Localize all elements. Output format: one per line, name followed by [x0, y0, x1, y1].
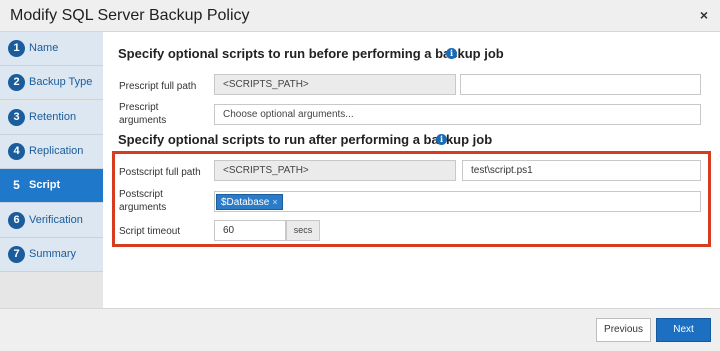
next-button[interactable]: Next	[656, 318, 711, 342]
postscript-args-label: Postscript arguments	[119, 189, 167, 213]
step-number: 6	[8, 212, 25, 229]
step-backup-type[interactable]: 2 Backup Type	[0, 66, 103, 100]
step-label: Backup Type	[29, 76, 93, 88]
step-name[interactable]: 1 Name	[0, 32, 103, 66]
prescript-path-prefix: <SCRIPTS_PATH>	[214, 74, 456, 95]
postscript-args-input[interactable]	[214, 191, 701, 212]
step-number: 2	[8, 74, 25, 91]
step-label: Replication	[29, 145, 84, 157]
step-retention[interactable]: 3 Retention	[0, 101, 103, 135]
step-verification[interactable]: 6 Verification	[0, 204, 103, 238]
step-label: Summary	[29, 248, 77, 260]
dialog-title: Modify SQL Server Backup Policy	[10, 7, 250, 24]
step-label: Name	[29, 42, 59, 54]
step-summary[interactable]: 7 Summary	[0, 238, 103, 272]
step-number: 4	[8, 143, 25, 160]
wizard-sidebar: 1 Name 2 Backup Type 3 Retention 4 Repli…	[0, 32, 103, 308]
remove-tag-icon[interactable]: ×	[272, 197, 277, 207]
timeout-label: Script timeout	[119, 226, 181, 237]
argument-tag: $Database ×	[216, 194, 283, 210]
prescript-path-input[interactable]	[460, 74, 701, 95]
postscript-path-prefix: <SCRIPTS_PATH>	[214, 160, 456, 181]
previous-button[interactable]: Previous	[596, 318, 651, 342]
timeout-input[interactable]: 60	[214, 220, 286, 241]
timeout-unit: secs	[286, 220, 320, 241]
prescript-args-input[interactable]: Choose optional arguments...	[214, 104, 701, 125]
info-icon[interactable]: i	[436, 134, 447, 145]
step-number: 3	[8, 109, 25, 126]
title-bar: Modify SQL Server Backup Policy ×	[0, 0, 720, 32]
postscript-path-label: Postscript full path	[119, 167, 201, 178]
argument-tag-label: $Database	[221, 197, 270, 208]
step-label: Script	[29, 179, 61, 191]
close-icon[interactable]: ×	[696, 6, 712, 24]
postscript-path-input[interactable]: test\script.ps1	[462, 160, 701, 181]
step-number: 5	[13, 178, 20, 192]
step-replication[interactable]: 4 Replication	[0, 135, 103, 169]
step-script[interactable]: 5 Script	[0, 169, 103, 203]
info-icon[interactable]: i	[446, 48, 457, 59]
prescript-path-label: Prescript full path	[119, 81, 197, 92]
prescript-args-label: Prescript arguments	[119, 102, 167, 126]
step-number: 1	[8, 40, 25, 57]
step-label: Verification	[29, 214, 83, 226]
step-number: 7	[8, 246, 25, 263]
step-label: Retention	[29, 111, 77, 123]
